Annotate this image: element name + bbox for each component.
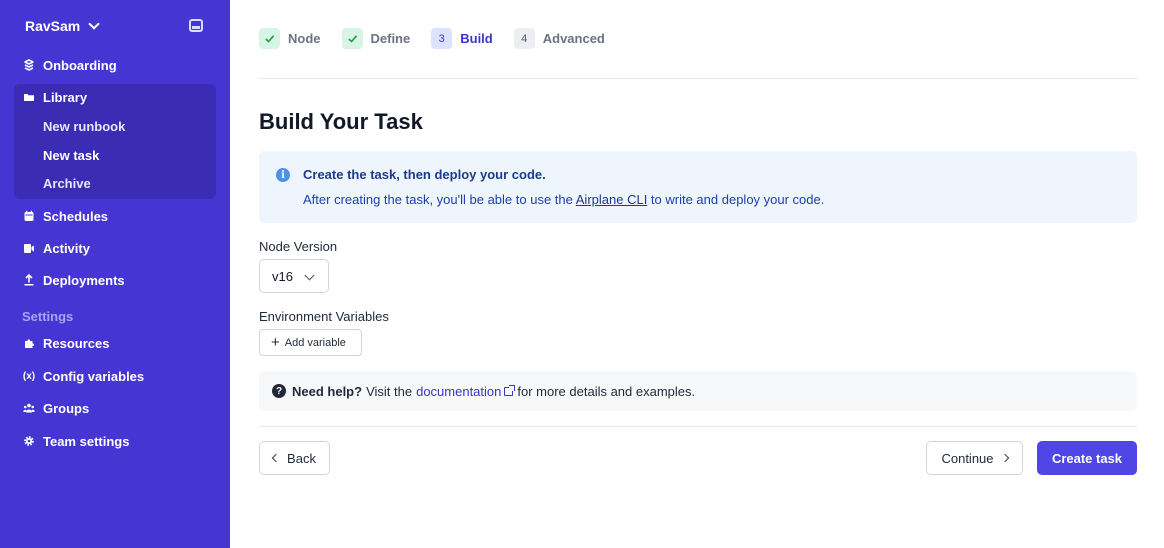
add-variable-label: Add variable <box>284 336 346 349</box>
sidebar: RavSam Onboarding Library New runbook Ne… <box>0 0 230 548</box>
step-label: Build <box>460 31 493 46</box>
help-text: Visit the <box>366 383 413 399</box>
puzzle-icon <box>14 337 43 349</box>
step-label: Node <box>288 31 321 46</box>
org-name: RavSam <box>25 18 81 34</box>
continue-button[interactable]: Continue <box>926 441 1023 475</box>
sidebar-item-label: Library <box>43 89 88 105</box>
alert-text: to write and deploy your code. <box>647 192 825 207</box>
continue-label: Continue <box>941 450 994 466</box>
page-title: Build Your Task <box>259 109 423 134</box>
main-content: Node Define 3 Build 4 Advanced Build You… <box>259 0 1137 548</box>
plus-icon: + <box>271 334 280 351</box>
sidebar-item-label: Config variables <box>43 368 145 384</box>
sidebar-item-label: Resources <box>43 335 110 351</box>
step-node[interactable]: Node <box>259 28 321 49</box>
step-define[interactable]: Define <box>341 28 411 49</box>
info-icon: i <box>276 168 290 182</box>
step-advanced[interactable]: 4 Advanced <box>513 28 605 49</box>
chevron-down-icon <box>304 270 315 281</box>
sidebar-item-label: Groups <box>43 400 90 416</box>
node-version-select[interactable]: v16 <box>259 259 329 293</box>
help-text: for more details and examples. <box>517 383 696 399</box>
sidebar-item-library[interactable]: Library <box>14 83 216 111</box>
sidebar-item-label: Team settings <box>43 433 130 449</box>
sidebar-item-deployments[interactable]: Deployments <box>14 266 216 294</box>
chevron-left-icon <box>271 453 281 463</box>
back-button[interactable]: Back <box>259 441 330 475</box>
step-build[interactable]: 3 Build <box>431 28 493 49</box>
sidebar-item-label: Activity <box>43 240 90 256</box>
sidebar-item-activity[interactable]: Activity <box>14 234 216 262</box>
back-label: Back <box>287 450 316 466</box>
chevron-down-icon <box>88 18 100 30</box>
step-number: 3 <box>431 28 453 49</box>
documentation-link[interactable]: documentation <box>416 383 516 399</box>
sidebar-item-label: Deployments <box>43 272 125 288</box>
divider <box>259 426 1137 427</box>
activity-icon <box>14 242 43 254</box>
help-title: Need help? <box>292 383 363 399</box>
node-version-label: Node Version <box>259 239 338 254</box>
calendar-icon <box>14 210 43 222</box>
documentation-link-label: documentation <box>416 383 502 399</box>
sidebar-item-label: Onboarding <box>43 57 117 73</box>
step-number: 4 <box>513 28 535 49</box>
sidebar-item-label: Schedules <box>43 208 109 224</box>
create-task-button[interactable]: Create task <box>1037 441 1137 475</box>
settings-section-label: Settings <box>22 309 74 324</box>
upload-icon <box>14 274 43 286</box>
sidebar-item-schedules[interactable]: Schedules <box>14 202 216 230</box>
folder-icon <box>14 91 43 103</box>
sidebar-item-team-settings[interactable]: Team settings <box>14 427 216 455</box>
external-link-icon <box>504 384 516 396</box>
step-label: Define <box>370 31 411 46</box>
question-icon: ? <box>272 384 286 398</box>
sidebar-subitem-archive[interactable]: Archive <box>43 176 91 191</box>
env-vars-label: Environment Variables <box>259 309 389 324</box>
org-switcher[interactable]: RavSam <box>25 17 100 35</box>
sidebar-subitem-new-task[interactable]: New task <box>43 148 99 163</box>
help-banner: ? Need help? Visit the documentation for… <box>259 371 1137 411</box>
step-label: Advanced <box>542 31 605 46</box>
gear-icon <box>14 435 43 447</box>
stepper: Node Define 3 Build 4 Advanced <box>259 28 626 49</box>
sidebar-item-groups[interactable]: Groups <box>14 394 216 422</box>
inbox-icon[interactable] <box>189 19 203 32</box>
variable-icon: (x) <box>22 370 36 382</box>
divider <box>259 78 1137 79</box>
chevron-right-icon <box>1000 453 1009 463</box>
alert-text: After creating the task, you'll be able … <box>303 192 576 207</box>
sidebar-subitem-new-runbook[interactable]: New runbook <box>43 119 125 134</box>
sidebar-item-resources[interactable]: Resources <box>14 329 216 357</box>
add-variable-button[interactable]: + Add variable <box>259 329 362 356</box>
node-version-value: v16 <box>272 268 293 284</box>
sidebar-item-config-variables[interactable]: (x) Config variables <box>14 362 216 390</box>
airplane-cli-link[interactable]: Airplane CLI <box>576 192 648 207</box>
info-alert: i Create the task, then deploy your code… <box>259 151 1137 223</box>
alert-title: Create the task, then deploy your code. <box>303 167 546 182</box>
sidebar-item-onboarding[interactable]: Onboarding <box>14 51 216 79</box>
check-icon <box>259 28 280 49</box>
onboarding-icon <box>14 59 43 71</box>
check-icon <box>341 28 363 49</box>
alert-body: After creating the task, you'll be able … <box>303 192 824 207</box>
users-icon <box>14 402 43 414</box>
